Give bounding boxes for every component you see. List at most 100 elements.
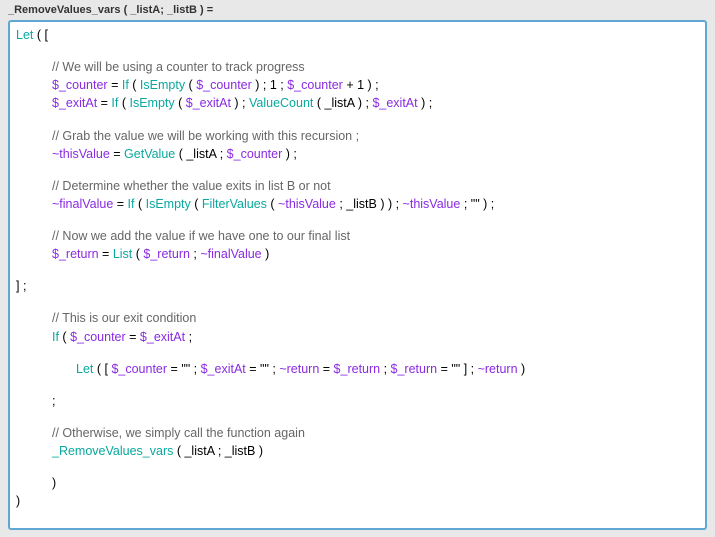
sep: ; <box>269 362 279 376</box>
variable: $_return <box>143 247 190 261</box>
code-line: $_exitAt = If ( IsEmpty ( $_exitAt ) ; V… <box>16 94 699 112</box>
fn-if: If <box>52 330 59 344</box>
code-line: // Grab the value we will be working wit… <box>16 127 699 145</box>
param: _listB <box>346 197 377 211</box>
code-line: // Determine whether the value exits in … <box>16 177 699 195</box>
variable: $_exitAt <box>186 96 231 110</box>
variable: ~thisValue <box>52 147 110 161</box>
code-line: // We will be using a counter to track p… <box>16 58 699 76</box>
fn-recurse: _RemoveValues_vars <box>52 444 173 458</box>
variable: $_counter <box>111 362 167 376</box>
variable: ~thisValue <box>278 197 336 211</box>
close-paren: ) <box>52 476 56 490</box>
code-line: ~finalValue = If ( IsEmpty ( FilterValue… <box>16 195 699 213</box>
keyword-let: Let <box>76 362 93 376</box>
paren: ( <box>313 96 324 110</box>
paren: ( <box>59 330 70 344</box>
comment: // Now we add the value if we have one t… <box>52 229 350 243</box>
equals: = <box>108 78 122 92</box>
paren: ) ; <box>231 96 249 110</box>
code-line: If ( $_counter = $_exitAt ; <box>16 328 699 346</box>
equals: = <box>113 197 127 211</box>
paren: ) ; <box>364 78 379 92</box>
equals: = <box>110 147 124 161</box>
variable: $_return <box>334 362 381 376</box>
paren: ) <box>518 362 526 376</box>
code-line: ) <box>16 474 699 492</box>
variable: $_counter <box>227 147 283 161</box>
paren: ) <box>255 444 263 458</box>
variable: $_counter <box>70 330 126 344</box>
paren: ) ; <box>418 96 433 110</box>
paren: ) <box>262 247 270 261</box>
variable: ~thisValue <box>403 197 461 211</box>
paren: ( <box>267 197 278 211</box>
code-line: ~thisValue = GetValue ( _listA ; $_count… <box>16 145 699 163</box>
paren: ( <box>185 78 196 92</box>
param: _listA <box>325 96 355 110</box>
function-signature: _RemoveValues_vars ( _listA; _listB ) = <box>0 0 715 20</box>
blank-line <box>16 460 699 474</box>
keyword-let: Let <box>16 28 33 42</box>
variable: $_exitAt <box>372 96 417 110</box>
code-line: $_return = List ( $_return ; ~finalValue… <box>16 245 699 263</box>
variable: $_return <box>52 247 99 261</box>
semicolon: ; <box>52 394 55 408</box>
sep: ; <box>380 362 390 376</box>
sep: ; <box>277 78 287 92</box>
plus-one: + 1 <box>343 78 364 92</box>
paren: ) ; <box>480 197 495 211</box>
empty-string: "" <box>451 362 460 376</box>
code-line: Let ( [ <box>16 26 699 44</box>
equals: = <box>99 247 113 261</box>
fn-valuecount: ValueCount <box>249 96 313 110</box>
paren: ( <box>118 96 129 110</box>
code-line: _RemoveValues_vars ( _listA ; _listB ) <box>16 442 699 460</box>
variable: ~return <box>279 362 319 376</box>
empty-string: "" <box>471 197 480 211</box>
variable: $_counter <box>287 78 343 92</box>
variable: ~finalValue <box>52 197 113 211</box>
blank-line <box>16 213 699 227</box>
paren: ( <box>129 78 140 92</box>
equals: = <box>126 330 140 344</box>
variable: $_counter <box>52 78 108 92</box>
code-line: ] ; <box>16 277 699 295</box>
equals: = <box>167 362 181 376</box>
code-line: // Otherwise, we simply call the functio… <box>16 424 699 442</box>
paren: ) ; <box>252 78 270 92</box>
paren: ] ; <box>460 362 477 376</box>
bracket-close: ] ; <box>16 279 26 293</box>
variable: $_counter <box>196 78 252 92</box>
fn-filtervalues: FilterValues <box>202 197 267 211</box>
fn-getvalue: GetValue <box>124 147 175 161</box>
paren: ( <box>191 197 202 211</box>
param: _listA <box>184 444 214 458</box>
paren: ( <box>175 147 186 161</box>
sep: ; <box>190 362 200 376</box>
blank-line <box>16 410 699 424</box>
param: _listA <box>186 147 216 161</box>
paren: ( [ <box>93 362 111 376</box>
paren: ( <box>175 96 186 110</box>
equals: = <box>319 362 333 376</box>
comment: // We will be using a counter to track p… <box>52 60 305 74</box>
sep: ; <box>190 247 200 261</box>
blank-line <box>16 346 699 360</box>
code-line: ; <box>16 392 699 410</box>
blank-line <box>16 44 699 58</box>
fn-isempty: IsEmpty <box>140 78 185 92</box>
variable: ~finalValue <box>200 247 261 261</box>
bracket-open: ( [ <box>33 28 48 42</box>
signature-text: _RemoveValues_vars ( _listA; _listB ) = <box>8 4 213 16</box>
comment: // Determine whether the value exits in … <box>52 179 331 193</box>
sep: ; <box>460 197 470 211</box>
blank-line <box>16 378 699 392</box>
variable: $_exitAt <box>140 330 185 344</box>
variable: ~return <box>478 362 518 376</box>
sep: ; <box>216 147 226 161</box>
sep: ; <box>336 197 346 211</box>
code-line: Let ( [ $_counter = "" ; $_exitAt = "" ;… <box>16 360 699 378</box>
paren: ) ; <box>282 147 297 161</box>
sep: ; <box>185 330 192 344</box>
